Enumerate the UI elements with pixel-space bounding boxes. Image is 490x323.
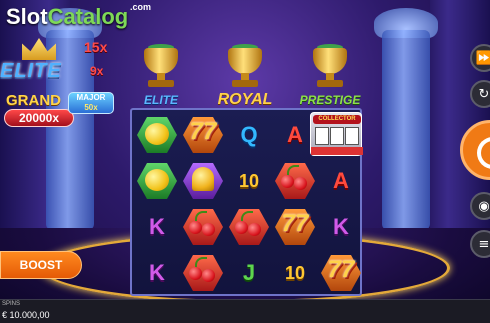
symbol-letter: K — [333, 214, 349, 239]
seven-glyph: 77 — [189, 118, 217, 145]
major-label: MAJOR — [76, 93, 106, 102]
lemon-fruit — [145, 123, 169, 145]
lemon-icon — [134, 112, 180, 158]
elite-trophy-title: ELITE — [143, 93, 178, 107]
symbol-letter: K — [149, 214, 165, 239]
symbol-10: 10 — [226, 158, 272, 204]
cherry-icon — [226, 204, 272, 250]
collector-machine-icon: COLLECTOR — [310, 112, 363, 156]
spins-label: SPINS — [2, 301, 21, 307]
seven-glyph: 77 — [327, 256, 355, 283]
turbo-button[interactable]: ⏩ — [470, 44, 490, 72]
symbol-letter: A — [287, 122, 303, 147]
grand-value: 20000x — [4, 109, 74, 127]
fast-forward-icon: ⏩ — [475, 50, 490, 66]
cherry-fruit — [189, 221, 202, 234]
logo-catalog-text: Catalog — [47, 4, 129, 29]
symbol-k: K — [134, 204, 180, 250]
bet-button[interactable]: ◉ — [470, 192, 490, 220]
major-badge: MAJOR 50x — [68, 92, 114, 114]
symbol-letter: 10 — [284, 262, 306, 283]
cherry-icon — [272, 158, 318, 204]
royal-trophy-icon — [222, 44, 268, 94]
menu-button[interactable]: ≡ — [470, 230, 490, 258]
coins-icon: ◉ — [478, 198, 490, 214]
collector-base — [311, 147, 363, 155]
balance-value: € 10.000,00 — [2, 310, 50, 320]
symbol-10: 10 — [272, 250, 318, 296]
cherry-fruit — [235, 221, 248, 234]
seven-icon: 77 — [272, 204, 318, 250]
bell-icon — [180, 158, 226, 204]
collector-window — [345, 127, 359, 145]
seven-icon: 77 — [180, 112, 226, 158]
prestige-trophy-icon — [307, 44, 353, 94]
jackpot-panel: 15x 9x ELITE GRAND 20000x MAJOR 50x — [0, 30, 118, 130]
cherry-fruit — [202, 269, 215, 282]
status-bar: SPINS € 10.000,00 — [0, 299, 490, 323]
symbol-j: J — [226, 250, 272, 296]
boost-button[interactable]: BOOST — [0, 251, 82, 279]
major-value: 50x — [84, 103, 98, 112]
symbol-k: K — [318, 204, 364, 250]
logo-com-text: .com — [130, 2, 152, 12]
symbol-k: K — [134, 250, 180, 296]
trophy-base — [148, 80, 174, 87]
trophy-base — [317, 80, 343, 87]
collector-window — [315, 127, 329, 145]
prestige-trophy-title: PRESTIGE — [299, 93, 361, 107]
cherry-fruit — [281, 175, 294, 188]
cherry-icon — [180, 250, 226, 296]
cherry-fruit — [294, 177, 307, 190]
game-scene: Slot Catalog .com 15x 9x ELITE GRAND 200… — [0, 0, 490, 323]
multiplier-9x: 9x — [90, 64, 104, 78]
trophy-cup — [228, 48, 262, 74]
collector-label: COLLECTOR — [313, 115, 361, 124]
trophy-cup — [313, 48, 347, 74]
multiplier-15x: 15x — [84, 39, 108, 55]
cherry-icon — [180, 204, 226, 250]
right-pillar — [382, 30, 430, 230]
symbol-letter: K — [149, 260, 165, 285]
symbol-letter: Q — [240, 122, 258, 147]
logo-slot-text: Slot — [6, 4, 48, 29]
slotcatalog-watermark: Slot Catalog .com — [6, 2, 151, 32]
cherry-fruit — [189, 267, 202, 280]
crown-icon — [22, 38, 56, 60]
refresh-icon: ↻ — [478, 86, 490, 102]
cherry-fruit — [248, 223, 261, 236]
symbol-letter: 10 — [238, 170, 260, 191]
bell-shape — [192, 167, 214, 191]
seven-icon: 77 — [318, 250, 364, 296]
symbol-q: Q — [226, 112, 272, 158]
grand-label: GRAND — [6, 92, 61, 109]
trophy-base — [232, 80, 258, 87]
elite-trophy-icon — [138, 44, 184, 94]
elite-title: ELITE — [0, 60, 62, 82]
seven-glyph: 77 — [281, 210, 309, 237]
cherry-fruit — [202, 223, 215, 236]
lemon-icon — [134, 158, 180, 204]
symbol-a: A — [318, 158, 364, 204]
collector-window — [330, 127, 344, 145]
menu-icon: ≡ — [478, 236, 490, 252]
symbol-letter: A — [333, 168, 349, 193]
autoplay-button[interactable]: ↻ — [470, 80, 490, 108]
trophy-cup — [144, 48, 178, 74]
lemon-fruit — [145, 169, 169, 191]
royal-trophy-title: ROYAL — [217, 91, 273, 108]
symbol-letter: J — [242, 260, 256, 285]
